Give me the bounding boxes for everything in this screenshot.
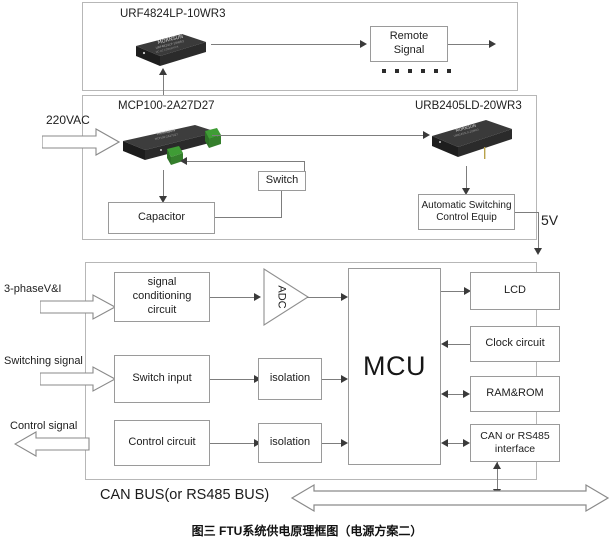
part-number-mcp100: MCP100-2A27D27 [118, 100, 215, 112]
line-remote-out [448, 44, 490, 45]
block-capacitor: Capacitor [108, 202, 215, 234]
block-switch: Switch [258, 171, 306, 191]
continuation-dots [382, 69, 451, 73]
block-mcu: MCU [348, 268, 441, 465]
block-control-circuit: Control circuit [114, 420, 210, 466]
arrowhead-can-right [463, 439, 470, 447]
block-ram-rom: RAM&ROM [470, 376, 560, 412]
line-control-to-iso [210, 443, 255, 444]
block-mcu-label: MCU [363, 350, 426, 381]
line-mcp-to-urb [212, 135, 424, 136]
block-ram-rom-label: RAM&ROM [486, 387, 544, 400]
input-arrow-220vac [41, 128, 121, 161]
input-arrow-3phase [39, 294, 117, 325]
arrowhead-ramrom-left [441, 390, 448, 398]
line-auto-out [515, 212, 539, 213]
line-cond-to-adc [210, 297, 255, 298]
block-switch-label: Switch [265, 174, 299, 187]
line-adc-to-mcu [307, 297, 342, 298]
line-mcp-to-cap [163, 170, 164, 198]
block-lcd: LCD [470, 272, 560, 310]
arrowhead-can-to-bus-up [493, 462, 501, 469]
part-number-urf4824lp: URF4824LP-10WR3 [120, 8, 226, 20]
line-switch-feedback [185, 161, 305, 162]
arrowhead-feed-urf4824 [159, 68, 167, 75]
output-arrow-control [13, 431, 90, 462]
block-switch-input-label: Switch input [132, 372, 192, 385]
line-module-to-remote [211, 44, 361, 45]
arrowhead-cond-to-adc [254, 293, 261, 301]
block-remote-signal: Remote Signal [370, 26, 448, 62]
figure-canvas: URF4824LP-10WR3 MORNSUN URF4824LP-10WR3 … [0, 0, 614, 546]
block-control-circuit-label: Control circuit [128, 436, 196, 449]
line-iso2-to-mcu [322, 443, 342, 444]
block-capacitor-label: Capacitor [137, 211, 186, 224]
line-urb-to-auto [466, 166, 467, 190]
arrowhead-to-remote [360, 40, 367, 48]
figure-caption: 图三 FTU系统供电原理框图（电源方案二） [191, 524, 423, 538]
arrowhead-iso2-to-mcu [341, 439, 348, 447]
block-lcd-label: LCD [503, 284, 526, 297]
arrowhead-iso1-to-mcu [341, 375, 348, 383]
block-automatic-switching-label-2: Control Equip [436, 212, 497, 223]
module-photo-urb2405ld: MORNSUN URB2405LD-20WR3 [428, 114, 518, 166]
label-220vac: 220VAC [46, 113, 90, 127]
block-switch-input: Switch input [114, 355, 210, 403]
block-adc-label: ADC [275, 285, 288, 309]
label-5v-output: 5V [541, 212, 559, 228]
block-isolation-1: isolation [258, 358, 322, 400]
arrowhead-clock-to-mcu [441, 340, 448, 348]
block-can-rs485-interface: CAN or RS485 interface [470, 424, 560, 462]
line-switch-down [281, 191, 282, 218]
block-isolation-2: isolation [258, 423, 322, 463]
input-arrow-switching [39, 366, 117, 397]
line-clock-to-mcu [447, 344, 470, 345]
block-adc-text-wrap: ADC [262, 267, 310, 327]
arrowhead-5v [534, 248, 542, 255]
line-mcu-to-lcd [441, 291, 465, 292]
block-remote-signal-label: Remote Signal [389, 30, 429, 56]
line-mcu-can [447, 443, 464, 444]
line-cap-to-switch [215, 217, 282, 218]
arrowhead-can-left [441, 439, 448, 447]
block-clock-circuit: Clock circuit [470, 326, 560, 362]
block-automatic-switching: Automatic Switching Control Equip [418, 194, 515, 230]
arrowhead-adc-to-mcu [341, 293, 348, 301]
block-signal-conditioning-label: signal conditioning circuit [132, 276, 192, 316]
arrowhead-switch-feedback [180, 157, 187, 165]
module-photo-urf4824lp: MORNSUN URF4824LP-10WR3 DC-DC CONVERTER [132, 26, 210, 70]
label-can-bus: CAN BUS(or RS485 BUS) [100, 487, 270, 503]
line-iso1-to-mcu [322, 379, 342, 380]
line-mcu-ramrom [447, 394, 464, 395]
part-number-urb2405ld: URB2405LD-20WR3 [415, 100, 522, 112]
block-signal-conditioning: signal conditioning circuit [114, 272, 210, 322]
block-automatic-switching-label-1: Automatic Switching [421, 199, 512, 211]
line-switchinput-to-iso [210, 379, 255, 380]
bus-double-arrow [290, 483, 610, 518]
module-photo-mcp100: MORNSUN MCP100-2A27D27 [117, 119, 223, 167]
block-isolation-2-label: isolation [269, 436, 311, 449]
block-can-rs485-interface-label: CAN or RS485 interface [480, 429, 550, 455]
arrowhead-ramrom-right [463, 390, 470, 398]
line-5v-drop [538, 212, 539, 250]
block-clock-circuit-label: Clock circuit [485, 337, 545, 350]
arrowhead-remote-out [489, 40, 496, 48]
block-isolation-1-label: isolation [269, 372, 311, 385]
